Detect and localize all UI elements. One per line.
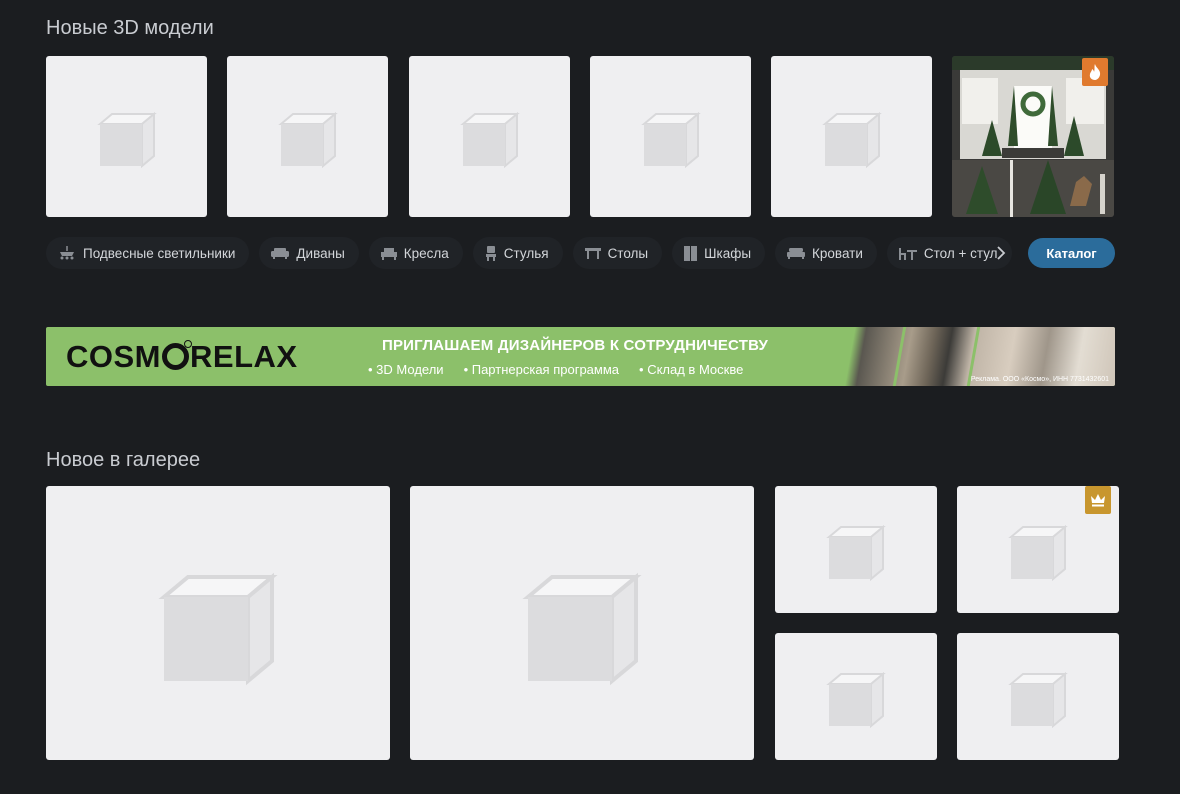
model-card-photo[interactable] [952, 56, 1114, 217]
banner-legal-text: Реклама. ООО «Космо», ИНН 7731432601 [970, 376, 1109, 383]
gallery-card[interactable] [46, 486, 390, 760]
table-icon [584, 248, 601, 259]
placeholder-cube-icon [826, 524, 886, 581]
category-bar: Подвесные светильники Диваны Кресла Стул… [46, 236, 1012, 270]
placeholder-cube-icon [1008, 671, 1068, 728]
gallery-card[interactable] [410, 486, 754, 760]
banner-point: Партнерская программа [464, 362, 619, 377]
logo-text-right: RELAX [190, 339, 298, 374]
placeholder-cube-icon [522, 572, 642, 686]
category-tables[interactable]: Столы [572, 237, 663, 269]
category-label: Стулья [503, 245, 549, 261]
placeholder-cube-icon [826, 671, 886, 728]
category-armchairs[interactable]: Кресла [368, 237, 463, 269]
category-label: Столы [607, 245, 649, 261]
model-card[interactable] [409, 56, 570, 217]
gallery-title: Новое в галерее [46, 449, 201, 471]
sofa-icon [271, 248, 290, 259]
banner-point: Склад в Москве [639, 362, 743, 377]
fire-icon [1089, 64, 1101, 80]
logo-text-left: COSM [66, 339, 161, 374]
category-label: Подвесные светильники [83, 245, 236, 261]
gallery-card[interactable] [775, 486, 937, 613]
placeholder-cube-icon [459, 111, 520, 168]
category-pendant-lights[interactable]: Подвесные светильники [46, 237, 250, 269]
placeholder-cube-icon [277, 111, 338, 168]
ad-banner[interactable]: COSM RELAX ПРИГЛАШАЕМ ДИЗАЙНЕРОВ К СОТРУД… [46, 327, 1115, 386]
placeholder-cube-icon [158, 572, 278, 686]
logo-o-mark [162, 340, 192, 370]
gallery-card[interactable] [775, 633, 937, 760]
chandelier-icon [60, 246, 74, 260]
banner-points: 3D Модели Партнерская программа Склад в … [368, 362, 743, 377]
pro-badge [1085, 486, 1111, 514]
catalog-button[interactable]: Каталог [1028, 238, 1115, 268]
hot-badge [1082, 58, 1108, 86]
category-sofas[interactable]: Диваны [259, 237, 359, 269]
category-label: Кресла [403, 245, 449, 261]
gallery-card[interactable] [957, 486, 1119, 613]
banner-point: 3D Модели [368, 362, 443, 377]
wardrobe-icon [684, 245, 698, 261]
placeholder-cube-icon [1008, 524, 1068, 581]
bed-icon [787, 248, 806, 259]
category-label: Шкафы [704, 245, 752, 261]
chair-icon [485, 245, 496, 261]
model-card[interactable] [771, 56, 932, 217]
category-beds[interactable]: Кровати [775, 237, 877, 269]
placeholder-cube-icon [821, 111, 882, 168]
new-models-title: Новые 3D модели [46, 17, 214, 39]
model-card[interactable] [227, 56, 388, 217]
gallery-card[interactable] [957, 633, 1119, 760]
banner-headline: ПРИГЛАШАЕМ ДИЗАЙНЕРОВ К СОТРУДНИЧЕСТВУ [382, 337, 769, 354]
model-card[interactable] [590, 56, 751, 217]
placeholder-cube-icon [640, 111, 701, 168]
category-label: Диваны [296, 245, 345, 261]
chevron-right-icon[interactable] [992, 244, 1010, 262]
armchair-icon [380, 247, 397, 260]
crown-icon [1091, 494, 1105, 507]
category-label: Стол + стул [923, 245, 998, 261]
category-wardrobes[interactable]: Шкафы [672, 237, 766, 269]
category-chairs[interactable]: Стулья [472, 237, 563, 269]
brand-logo: COSM RELAX [66, 339, 298, 375]
category-label: Кровати [812, 245, 863, 261]
placeholder-cube-icon [96, 111, 157, 168]
table-chair-icon [898, 248, 917, 260]
model-card[interactable] [46, 56, 207, 217]
